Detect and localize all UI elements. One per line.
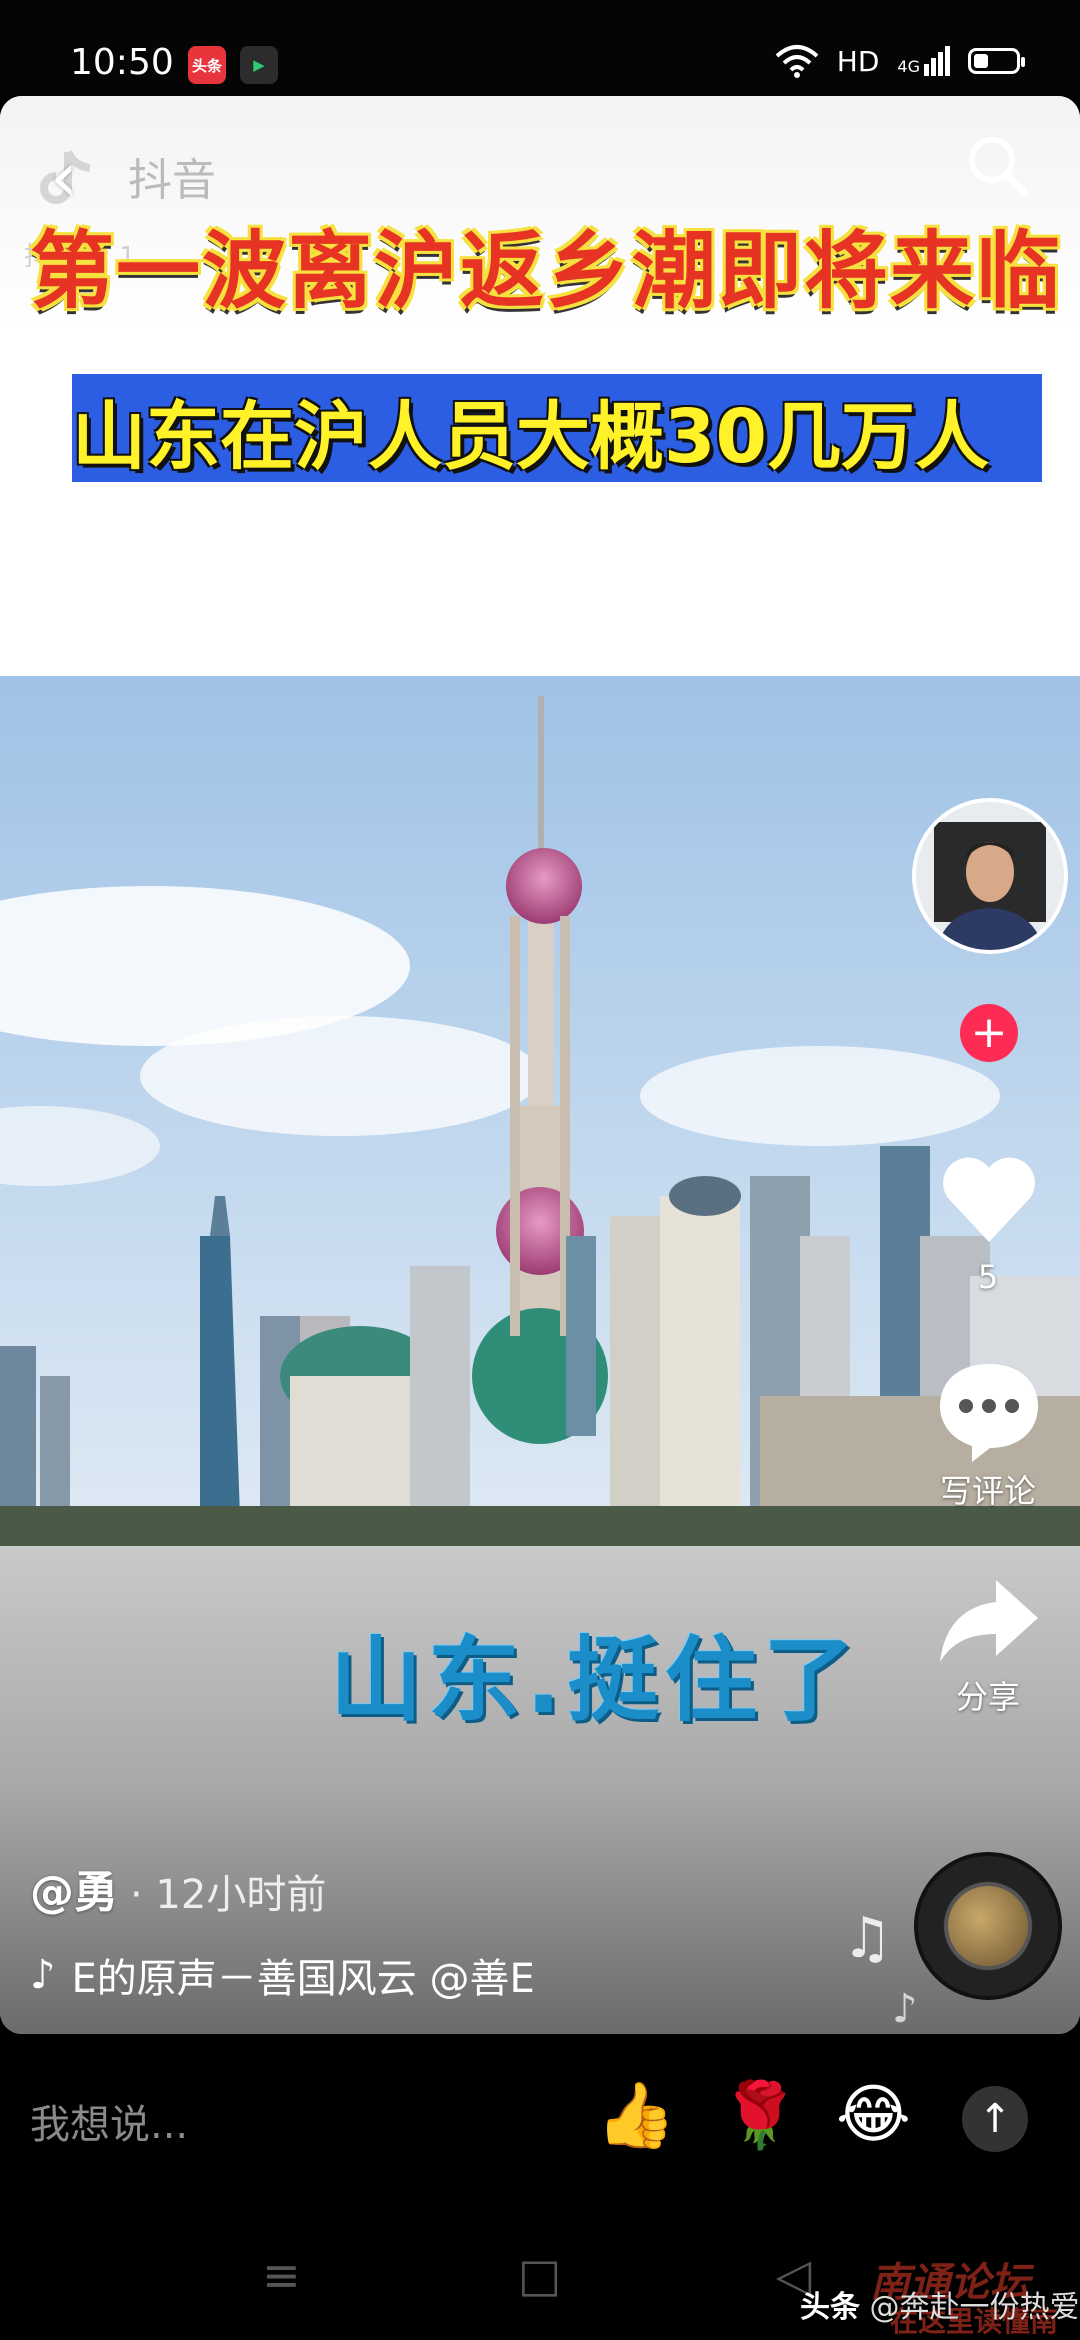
follow-button[interactable]: + [960, 1004, 1018, 1062]
status-indicators: HD 4G [775, 44, 1025, 78]
music-disc[interactable] [914, 1852, 1062, 2000]
home-nav-icon[interactable]: □ [518, 2248, 561, 2302]
share-icon[interactable] [934, 1566, 1044, 1676]
send-button[interactable]: ↑ [962, 2086, 1028, 2152]
avatar-image [916, 802, 1064, 950]
music-row[interactable]: ♪ E的原声－善国风云 @善E [30, 1946, 602, 2004]
like-heart-icon[interactable] [934, 1146, 1044, 1256]
status-bar: 10:50 头条 ▶ HD 4G [0, 0, 1080, 96]
floating-note-small-icon: ♪ [892, 1986, 918, 2032]
cell-signal: 4G [897, 46, 950, 76]
signal-icon [924, 46, 950, 76]
comment-input[interactable]: 我想说... [30, 2092, 188, 2150]
laughing-emoji[interactable]: 😂 [836, 2078, 911, 2152]
comment-label[interactable]: 写评论 [918, 1466, 1058, 1512]
floating-note-icon: ♫ [842, 1906, 893, 1971]
source-credit: 头条 @奔赴一份热爱 [800, 2282, 1080, 2326]
douyin-watermark: 抖音 [128, 155, 216, 206]
author-name[interactable]: @勇 [30, 1856, 118, 1920]
search-icon[interactable] [962, 130, 1032, 200]
music-note-icon: ♪ [30, 1952, 56, 1998]
shanghai-skyline-image [0, 676, 1080, 1546]
thumbs-up-emoji[interactable]: 👍 [596, 2078, 676, 2153]
battery-icon [968, 48, 1025, 74]
hd-indicator: HD [836, 44, 880, 78]
music-title: E的原声－善国风云 @善E [71, 1956, 535, 2002]
rose-emoji[interactable]: 🌹 [720, 2078, 800, 2153]
credit-handle: @奔赴一份热爱 [869, 2290, 1080, 2325]
like-count: 5 [977, 1258, 999, 1296]
toutiao-notification-icon: 头条 [188, 46, 226, 84]
share-label[interactable]: 分享 [918, 1672, 1058, 1718]
menu-nav-icon[interactable]: ≡ [262, 2248, 301, 2302]
wifi-icon [775, 45, 819, 78]
music-disc-cover [948, 1886, 1028, 1966]
comment-icon[interactable] [934, 1354, 1044, 1464]
credit-source: 头条 [800, 2290, 860, 2325]
video-card[interactable]: 抖音 抖音号: 1... ‹ 第一波离沪返乡潮即将来临 山东在沪人员大概30几万… [0, 96, 1080, 2034]
video-headline: 第一波离沪返乡潮即将来临 [30, 222, 1063, 320]
video-subline: 山东在沪人员大概30几万人 [72, 393, 989, 480]
video-caption: 山东.挺住了 [330, 1627, 861, 1734]
author-avatar[interactable] [912, 798, 1068, 954]
network-generation: 4G [897, 57, 920, 76]
post-time: · 12小时前 [130, 1872, 327, 1918]
status-time: 10:50 [70, 42, 174, 83]
video-app-notification-icon: ▶ [240, 46, 278, 84]
